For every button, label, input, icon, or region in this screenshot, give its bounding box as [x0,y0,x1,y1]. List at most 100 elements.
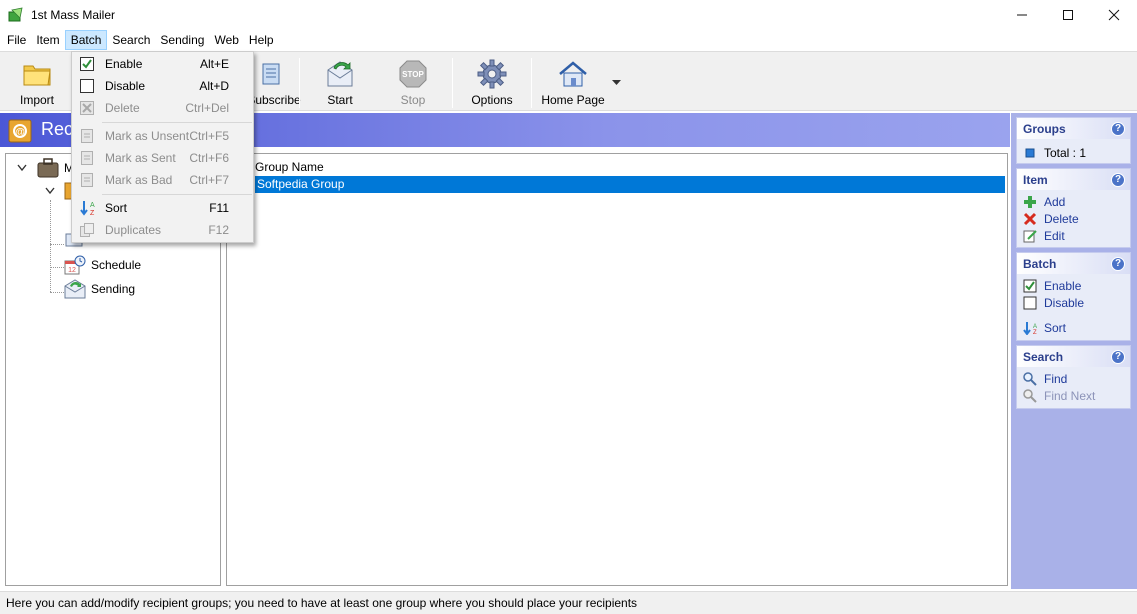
svg-text:Z: Z [90,210,95,216]
menu-separator [102,194,252,195]
tree-node-root[interactable]: M [37,157,74,179]
side-enable-link[interactable]: Enable [1017,277,1130,294]
start-label: Start [327,93,353,107]
menu-item-label: Mark as Sent [105,151,176,165]
menu-web[interactable]: Web [209,30,243,50]
briefcase-icon [37,158,59,178]
window-controls [999,0,1137,30]
groups-grid: Group Name Softpedia Group [226,153,1008,586]
side-disable-label: Disable [1044,295,1085,310]
menu-item-enable[interactable]: Enable Alt+E [72,53,253,75]
stop-label: Stop [400,93,426,107]
side-edit-label: Edit [1044,228,1065,243]
side-find-next-label: Find Next [1044,388,1096,403]
svg-text:A: A [90,202,95,209]
menu-item-label: Delete [105,101,140,115]
menu-item-mark-unsent[interactable]: Mark as Unsent Ctrl+F5 [72,125,253,147]
subscribe-label: Subscribe [247,93,301,107]
side-disable-link[interactable]: Disable [1017,294,1130,311]
side-group-title: Batch [1023,256,1057,271]
menu-item-label: Disable [105,79,146,93]
side-group-groups: Groups ? Total : 1 [1016,117,1131,164]
minimize-icon [1017,14,1027,16]
address-book-icon: @ [8,119,32,143]
tree-line [50,292,64,293]
chevron-down-icon[interactable] [45,187,55,195]
find-next-icon [1023,388,1037,403]
help-icon[interactable]: ? [1111,349,1125,364]
start-button[interactable]: Start [305,58,375,108]
side-group-title: Item [1023,172,1048,187]
stop-icon-text: STOP [402,70,424,79]
menu-sending[interactable]: Sending [155,30,209,50]
side-delete-link[interactable]: Delete [1017,210,1130,227]
chevron-down-icon[interactable] [612,80,621,86]
delete-x-icon [1023,212,1037,225]
options-label: Options [471,93,513,107]
maximize-button[interactable] [1045,0,1091,30]
document-icon [81,129,93,143]
edit-icon [1023,229,1037,242]
menu-file[interactable]: File [2,30,31,50]
menu-item-duplicates[interactable]: Duplicates F12 [72,219,253,241]
menu-item-sort[interactable]: AZ Sort F11 [72,197,253,219]
groups-total-text: Total : 1 [1044,145,1087,160]
menu-item-mark-sent[interactable]: Mark as Sent Ctrl+F6 [72,147,253,169]
import-button[interactable]: Import [2,58,72,108]
toolbar-separator [299,58,300,108]
close-button[interactable] [1091,0,1137,30]
side-find-next-link[interactable]: Find Next [1017,387,1130,404]
home-page-button[interactable]: Home Page [538,58,608,108]
side-enable-label: Enable [1044,278,1082,293]
menu-item-label: Mark as Unsent [105,129,190,143]
svg-text:Z: Z [1033,330,1037,335]
folder-icon [23,65,51,86]
tree-node-schedule[interactable]: 12 Schedule [64,254,141,276]
document-icon [81,151,93,165]
menu-item-mark-bad[interactable]: Mark as Bad Ctrl+F7 [72,169,253,191]
menu-item[interactable]: Item [31,30,64,50]
window-title: 1st Mass Mailer [31,8,116,22]
toolbar-separator [531,58,532,108]
help-icon[interactable]: ? [1111,256,1125,271]
help-icon[interactable]: ? [1111,121,1125,136]
side-group-header: Search ? [1017,346,1130,367]
side-group-title: Groups [1023,121,1066,136]
app-icon [8,7,23,22]
checkbox-checked-icon [80,57,94,71]
menu-item-delete[interactable]: Delete Ctrl+Del [72,97,253,119]
checkbox-empty-icon [1023,296,1037,309]
side-find-link[interactable]: Find [1017,370,1130,387]
chevron-down-icon[interactable] [17,164,27,172]
tree-node-sending[interactable]: Sending [64,278,135,300]
document-icon [81,173,93,187]
menu-batch[interactable]: Batch [64,30,108,50]
home-page-label: Home Page [541,93,605,107]
column-header-group-name[interactable]: Group Name [255,158,324,176]
menu-item-label: Duplicates [105,223,162,237]
side-panel: Groups ? Total : 1 Item ? Add Delete Edi… [1011,113,1137,589]
options-button[interactable]: Options [457,58,527,108]
plus-icon [1024,195,1036,208]
minimize-button[interactable] [999,0,1045,30]
menu-search[interactable]: Search [107,30,155,50]
send-mail-icon [327,61,353,87]
table-row[interactable]: Softpedia Group [255,176,1005,193]
help-icon[interactable]: ? [1111,172,1125,187]
side-group-batch: Batch ? Enable Disable AZ Sort [1016,252,1131,341]
side-add-link[interactable]: Add [1017,193,1130,210]
tree-node-schedule-label: Schedule [91,258,142,272]
menu-help[interactable]: Help [244,30,279,50]
send-mail-icon [64,279,86,299]
side-group-search: Search ? Find Find Next [1016,345,1131,409]
side-edit-link[interactable]: Edit [1017,227,1130,244]
checkbox-empty-icon [80,79,94,93]
stop-button[interactable]: STOP Stop [378,58,448,108]
side-sort-link[interactable]: AZ Sort [1017,319,1130,336]
menu-item-disable[interactable]: Disable Alt+D [72,75,253,97]
tree-line [50,244,64,245]
side-group-header: Item ? [1017,169,1130,190]
tree-node-sending-label: Sending [91,282,136,296]
sort-icon: AZ [1023,321,1037,335]
stop-icon: STOP [399,60,427,88]
